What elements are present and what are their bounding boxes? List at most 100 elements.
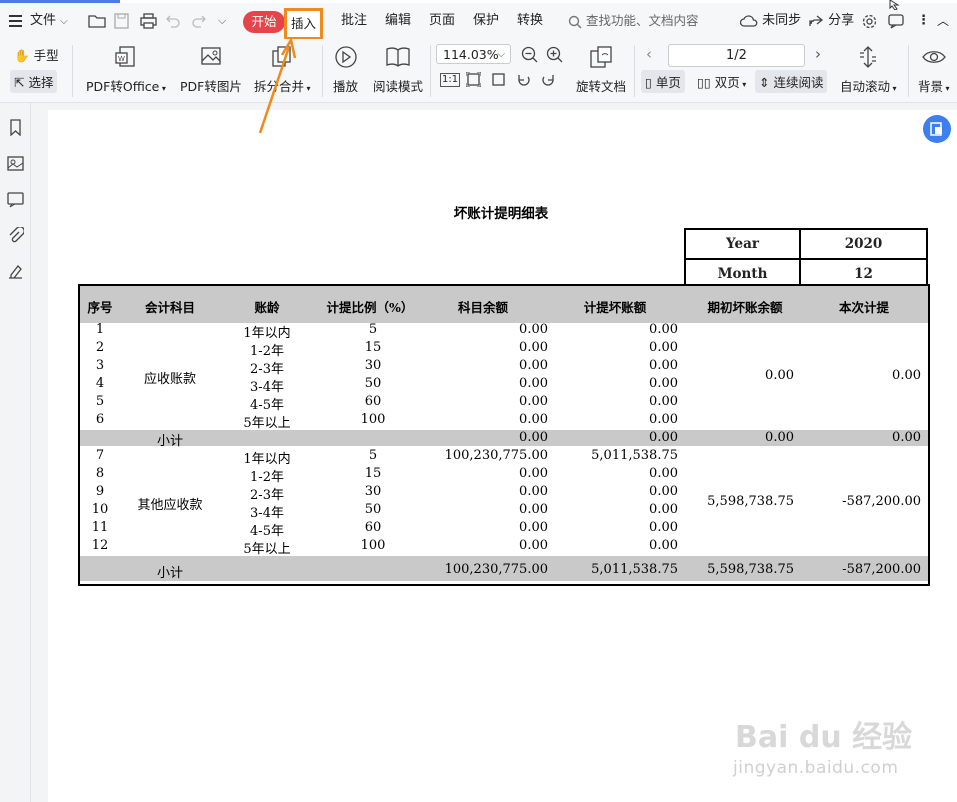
hand-tool-button[interactable]: ✋ 手型 [14,45,59,64]
share-label: 分享 [828,13,855,28]
single-page-label: 单页 [655,75,681,90]
share-button[interactable]: 分享 [808,3,854,39]
aging-period: 1年以内 [243,326,291,341]
single-page-button[interactable]: ▯ 单页 [641,70,685,93]
page-number-input[interactable]: 1/2 [668,44,805,67]
read-mode-button[interactable]: 阅读模式 [373,45,423,95]
bad-debt-table: 序号 会计科目 账龄 计提比例（%） 科目余额 计提坏账额 期初坏账余额 本次计提 1 1年以内 5… [78,284,930,586]
file-menu-label: 文件 [30,13,57,28]
double-page-icon: ▯▯ [697,75,711,90]
fit-width-icon[interactable] [491,72,506,87]
subtotal-label: 小计 [156,434,183,449]
tab-edit[interactable]: 编辑 [385,3,411,39]
document-title: 坏账计提明细表 [453,206,549,222]
year-value: 2020 [799,228,928,260]
tab-annotate[interactable]: 批注 [341,3,367,39]
column-header: 科目余额 [457,300,508,315]
cursor-icon: ⇱ [14,75,25,90]
continuous-label: 连续阅读 [773,75,824,90]
tab-protect[interactable]: 保护 [473,3,499,39]
sync-button[interactable]: 未同步 [740,3,801,39]
rotate-doc-icon [590,46,612,68]
subtotal-current: 0.00 [892,430,921,445]
column-header: 计提坏账额 [583,300,647,315]
more-icon[interactable]: ⋮ [917,3,930,39]
actual-size-button[interactable]: 1:1 [440,73,461,87]
provision-amount: 0.00 [649,340,678,355]
file-menu[interactable]: 文件 ⌵ [30,3,68,39]
share-icon [809,14,824,26]
search-placeholder: 查找功能、文档内容 [585,13,699,28]
double-page-button[interactable]: ▯▯ 双页 ▾ [697,72,746,91]
watermark-logo: Bai du 经验 [735,720,913,755]
split-merge-icon [272,46,291,67]
row-number: 8 [95,466,105,481]
zoom-out-icon[interactable] [521,46,539,64]
tab-page[interactable]: 页面 [429,3,455,39]
dropdown-icon[interactable]: ⌵ [218,3,226,39]
tab-insert[interactable]: 插入 [284,8,323,40]
row-number: 5 [95,394,105,409]
eye-icon [921,51,946,63]
pdf-to-office-label: PDF转Office [86,79,160,94]
pdf-to-image-button[interactable]: PDF转图片 [180,45,242,95]
row-number: 2 [95,340,105,355]
image-icon[interactable] [7,155,24,172]
aging-period: 5年以上 [243,416,291,431]
fit-page-icon[interactable] [466,72,481,87]
aging-period: 5年以上 [243,542,291,557]
continuous-icon: ⇕ [759,75,770,90]
pdf-to-image-label: PDF转图片 [180,79,242,94]
row-number: 1 [95,322,105,337]
sign-icon[interactable] [7,263,24,280]
tab-convert[interactable]: 转换 [517,3,543,39]
attachment-icon[interactable] [7,227,24,244]
aging-period: 4-5年 [250,398,284,413]
prev-page-icon[interactable]: ‹ [646,45,652,63]
auto-scroll-button[interactable]: 自动滚动 ▾ [840,45,897,95]
aging-period: 1-2年 [250,470,284,485]
rotate-right-icon[interactable] [541,72,556,87]
subtotal-label: 小计 [156,566,183,581]
continuous-read-button[interactable]: ⇕ 连续阅读 [755,70,828,93]
rotate-doc-label: 旋转文档 [576,79,627,94]
split-merge-button[interactable]: 拆分合并 ▾ [254,45,311,95]
floating-action-button[interactable] [923,115,951,143]
account-name: 其他应收款 [137,498,203,513]
next-page-icon[interactable]: › [815,45,821,63]
rotate-left-icon[interactable] [516,72,531,87]
menu-bar: 文件 ⌵ ⌵ 开始 插入 批注 编辑 页面 保护 转换 查找功能、文档内容 未同… [0,3,957,40]
background-label: 背景 [918,79,944,94]
column-header: 本次计提 [838,300,889,315]
split-merge-label: 拆分合并 [254,79,305,94]
zoom-select[interactable]: 114.03% ⌵ [436,44,511,64]
provision-amount: 0.00 [649,520,678,535]
page-tool-icon [930,122,942,136]
menu-icon[interactable] [8,13,24,29]
provision-amount: 0.00 [649,538,678,553]
select-label: 选择 [28,75,54,90]
double-page-label: 双页 [714,75,740,90]
bookmark-icon[interactable] [7,119,24,136]
row-number: 11 [91,520,109,535]
select-tool-button[interactable]: ⇱ 选择 [10,70,58,93]
year-label: Year [684,228,801,260]
row-number: 12 [91,538,109,553]
collapse-icon[interactable]: ︿ [937,3,949,39]
aging-period: 1-2年 [250,344,284,359]
year-month-box: Year 2020 Month 12 [684,228,928,290]
rotate-document-button[interactable]: 旋转文档 [576,45,626,95]
provision-amount: 0.00 [649,412,678,427]
background-button[interactable]: 背景 ▾ [918,45,950,95]
play-icon [334,46,357,68]
pdf-to-office-button[interactable]: W PDF转Office ▾ [86,45,166,95]
svg-text:W: W [118,55,125,63]
row-number: 7 [95,448,105,463]
read-mode-label: 阅读模式 [373,79,424,94]
provision-amount: 0.00 [649,322,678,337]
pdf-image-icon [201,47,221,65]
zoom-in-icon[interactable] [546,46,564,64]
search-box[interactable]: 查找功能、文档内容 [568,3,699,39]
play-button[interactable]: 播放 [333,45,358,95]
tab-start[interactable]: 开始 [243,11,285,33]
